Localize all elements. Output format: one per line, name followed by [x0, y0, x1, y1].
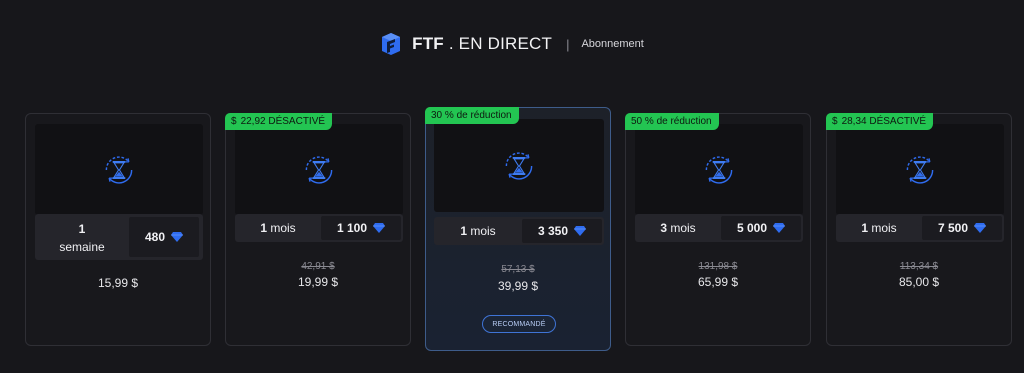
gems-amount: 1 100 [321, 216, 401, 240]
period-number: 1 [861, 221, 868, 235]
period-number: 1 [78, 222, 86, 236]
badge-text: 28,34 DÉSACTIVÉ [841, 116, 927, 127]
plan-price: 15,99 $ [97, 276, 139, 290]
diamond-icon [373, 223, 385, 233]
plan-price: 85,00 $ [898, 275, 940, 289]
diamond-icon [171, 232, 183, 242]
plan-thumbnail [35, 124, 203, 215]
plan-thumbnail [836, 124, 1004, 215]
brand-rest: . EN DIRECT [443, 34, 553, 53]
period-unit: mois [270, 221, 296, 235]
plan-row: 1 mois 7 500 [836, 214, 1004, 242]
gems-amount: 3 350 [522, 219, 602, 243]
gems-amount: 7 500 [922, 216, 1002, 240]
plan-price: 39,99 $ [497, 279, 539, 293]
plan-row: 1 semaine 480 [35, 214, 203, 260]
plan-thumbnail [635, 124, 803, 215]
discount-badge: $28,34 DÉSACTIVÉ [826, 113, 934, 130]
plan-row: 3 mois 5 000 [635, 214, 803, 242]
plan-card-3-months[interactable]: 50 % de réduction 3 mois 5 000 131,98 $ … [625, 113, 811, 346]
diamond-icon [574, 226, 586, 236]
hourglass-icon [501, 148, 537, 184]
old-price: 113,34 $ [899, 261, 939, 272]
diamond-icon [974, 223, 986, 233]
diamond-icon [773, 223, 785, 233]
plan-row: 1 mois 1 100 [235, 214, 403, 242]
period-unit: mois [670, 221, 696, 235]
plan-period: 3 mois [635, 221, 721, 235]
plan-period: 1 mois [836, 221, 922, 235]
gems-value: 480 [144, 230, 166, 244]
page-subtitle: Abonnement [581, 38, 644, 50]
plan-price: 19,99 $ [297, 275, 339, 289]
discount-badge: 50 % de réduction [625, 113, 719, 130]
discount-badge: 30 % de réduction [425, 107, 519, 124]
hourglass-icon [101, 152, 137, 188]
old-price: 131,98 $ [698, 261, 738, 272]
period-unit: semaine [59, 240, 105, 254]
hourglass-icon [301, 152, 337, 188]
gems-amount: 5 000 [721, 216, 801, 240]
badge-text: 30 % de réduction [431, 110, 512, 121]
period-number: 3 [660, 221, 667, 235]
gems-value: 3 350 [537, 224, 569, 238]
period-number: 1 [460, 224, 467, 238]
plan-period: 1 semaine [35, 218, 129, 256]
discount-badge: $22,92 DÉSACTIVÉ [225, 113, 333, 130]
plan-card-1-month-b[interactable]: $28,34 DÉSACTIVÉ 1 mois 7 500 113,34 $ 8… [826, 113, 1012, 346]
period-unit: mois [871, 221, 897, 235]
plan-period: 1 mois [434, 224, 522, 238]
header: FTF . EN DIRECT | Abonnement [0, 32, 1024, 56]
plan-price: 65,99 $ [697, 275, 739, 289]
period-number: 1 [260, 221, 267, 235]
old-price: 42,91 $ [301, 261, 335, 272]
gems-amount: 480 [129, 217, 199, 257]
gems-value: 5 000 [736, 221, 768, 235]
plan-thumbnail [235, 124, 403, 215]
plan-thumbnail [434, 119, 604, 212]
plan-card-1-month-a[interactable]: $22,92 DÉSACTIVÉ 1 mois 1 100 42,91 $ 19… [225, 113, 411, 346]
dollar-icon: $ [231, 116, 237, 127]
plan-card-recommended[interactable]: 30 % de réduction 1 mois 3 350 57,13 $ 3… [425, 107, 611, 351]
period-unit: mois [470, 224, 496, 238]
gems-value: 7 500 [937, 221, 969, 235]
hourglass-icon [701, 152, 737, 188]
dollar-icon: $ [832, 116, 838, 127]
gems-value: 1 100 [336, 221, 368, 235]
old-price: 57,13 $ [501, 264, 535, 275]
badge-text: 22,92 DÉSACTIVÉ [240, 116, 326, 127]
recommended-badge: RECOMMANDÉ [482, 315, 556, 333]
header-separator: | [566, 36, 570, 52]
plan-period: 1 mois [235, 221, 321, 235]
plan-card-1-week[interactable]: 1 semaine 480 15,99 $ [25, 113, 211, 346]
ftf-logo-icon [382, 33, 401, 55]
brand-title: FTF . EN DIRECT [412, 34, 552, 54]
badge-text: 50 % de réduction [631, 116, 712, 127]
brand-bold: FTF [412, 34, 444, 53]
hourglass-icon [902, 152, 938, 188]
plan-row: 1 mois 3 350 [434, 217, 604, 245]
